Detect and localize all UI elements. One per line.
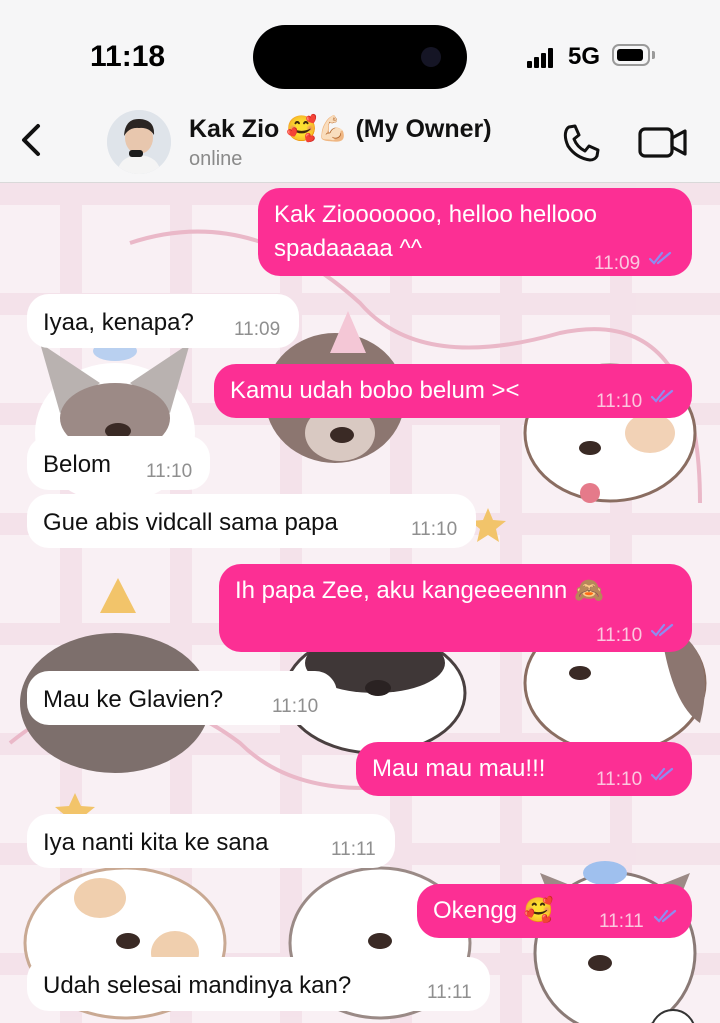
- message-bubble-outgoing[interactable]: Mau mau mau!!! 11:10: [356, 742, 692, 796]
- message-bubble-incoming[interactable]: Iya nanti kita ke sana 11:11: [27, 814, 395, 868]
- signal-strength-icon: [527, 48, 561, 68]
- message-time: 11:11: [427, 982, 472, 1003]
- read-receipt-icon: [651, 767, 674, 781]
- message-time: 11:10: [596, 625, 643, 646]
- message-bubble-outgoing[interactable]: Kak Ziooooooo, helloo hellooo spadaaaaa …: [258, 188, 692, 276]
- contact-status: online: [189, 148, 243, 170]
- status-time: 11:18: [90, 40, 166, 73]
- message-text: Okengg 🥰: [433, 897, 554, 924]
- message-bubble-incoming[interactable]: Mau ke Glavien? 11:10: [27, 671, 337, 725]
- battery-cap: [652, 51, 655, 59]
- back-chevron-icon[interactable]: [14, 120, 46, 160]
- message-time: 11:09: [594, 253, 641, 274]
- message-time: 11:09: [234, 319, 281, 340]
- message-text: Gue abis vidcall sama papa: [43, 509, 338, 536]
- message-bubble-outgoing[interactable]: Kamu udah bobo belum >< 11:10: [214, 364, 692, 418]
- message-bubble-incoming[interactable]: Iyaa, kenapa? 11:09: [27, 294, 299, 348]
- front-camera-icon: [421, 47, 441, 67]
- contact-name-emoji: 🥰💪🏻: [286, 115, 349, 143]
- message-time: 11:11: [331, 839, 376, 860]
- chat-header: Kak Zio 🥰💪🏻 (My Owner) online: [0, 100, 720, 183]
- contact-name-text: Kak Zio: [189, 115, 280, 143]
- message-text: Ih papa Zee, aku kangeeeennn 🙈: [235, 577, 604, 604]
- contact-avatar[interactable]: [107, 110, 171, 174]
- contact-name-suffix: (My Owner): [355, 115, 492, 143]
- message-text: Udah selesai mandinya kan?: [43, 972, 352, 999]
- message-text: Iyaa, kenapa?: [43, 309, 194, 336]
- message-time: 11:10: [596, 391, 643, 412]
- battery-icon: [612, 44, 650, 66]
- video-camera-icon[interactable]: [637, 122, 689, 162]
- message-text: Belom: [43, 451, 112, 478]
- message-bubble-incoming[interactable]: Belom 11:10: [27, 436, 210, 490]
- message-time: 11:10: [411, 519, 458, 540]
- message-text: Mau mau mau!!!: [372, 755, 546, 782]
- network-type: 5G: [568, 43, 601, 70]
- message-time: 11:10: [596, 769, 643, 790]
- read-receipt-icon: [651, 623, 674, 637]
- message-time: 11:10: [146, 461, 193, 482]
- message-text: Kak Ziooooooo, helloo hellooo: [274, 201, 597, 228]
- message-list[interactable]: Kak Ziooooooo, helloo hellooo spadaaaaa …: [0, 183, 720, 1023]
- read-receipt-icon: [651, 389, 674, 403]
- message-bubble-outgoing[interactable]: Okengg 🥰 11:11: [417, 884, 692, 938]
- message-text: Iya nanti kita ke sana: [43, 829, 269, 856]
- contact-name[interactable]: Kak Zio 🥰💪🏻 (My Owner): [189, 115, 492, 144]
- message-text: Kamu udah bobo belum ><: [230, 377, 520, 404]
- message-bubble-outgoing[interactable]: Ih papa Zee, aku kangeeeennn 🙈 11:10: [219, 564, 692, 652]
- message-bubble-incoming[interactable]: Udah selesai mandinya kan? 11:11: [27, 957, 490, 1011]
- message-time: 11:11: [599, 911, 644, 932]
- read-receipt-icon: [649, 251, 672, 265]
- read-receipt-icon: [654, 909, 677, 923]
- message-bubble-incoming[interactable]: Gue abis vidcall sama papa 11:10: [27, 494, 476, 548]
- dynamic-island: [253, 25, 467, 89]
- phone-icon[interactable]: [560, 122, 604, 164]
- message-text: Mau ke Glavien?: [43, 686, 224, 713]
- status-bar: 11:18 5G: [0, 0, 720, 100]
- message-time: 11:10: [272, 696, 319, 717]
